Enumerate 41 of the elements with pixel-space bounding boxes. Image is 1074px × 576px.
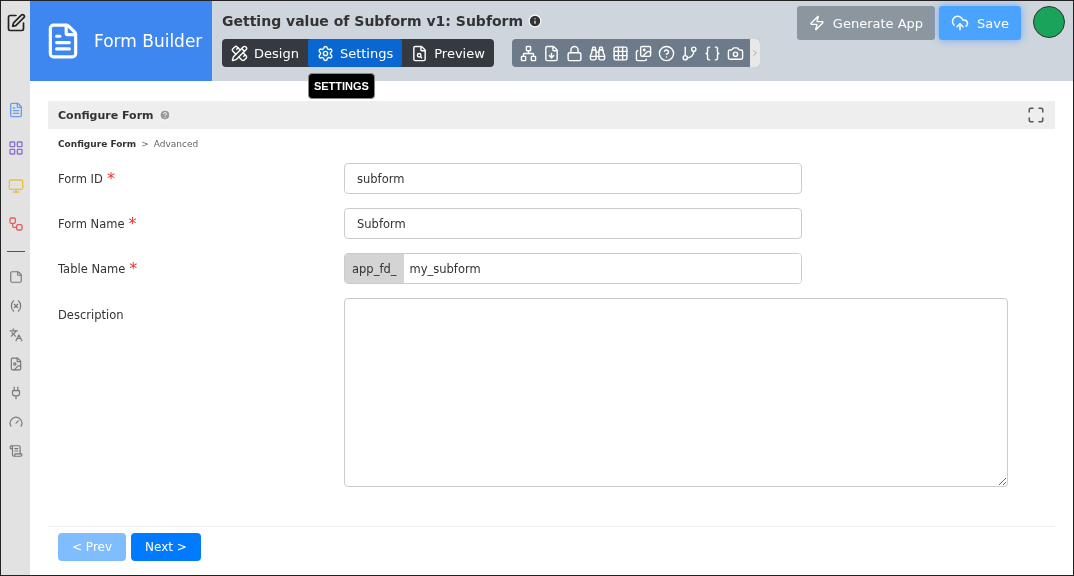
- field-label: Table Name: [58, 261, 126, 276]
- text-field[interactable]: subform: [344, 163, 802, 194]
- app-title: Form Builder: [94, 31, 203, 51]
- field-prefix: app_fd_: [345, 254, 404, 283]
- nav-button[interactable]: Next >: [131, 533, 201, 561]
- hierarchy-icon[interactable]: [519, 44, 537, 62]
- branch-icon[interactable]: [680, 44, 698, 62]
- braces-icon[interactable]: [703, 44, 721, 62]
- breadcrumb-item[interactable]: Configure Form: [58, 139, 137, 149]
- tab[interactable]: Design: [222, 39, 308, 67]
- description-field[interactable]: [344, 298, 1008, 487]
- help-icon[interactable]: [158, 109, 171, 121]
- field-label: Description: [58, 308, 124, 322]
- breadcrumb-separator: >: [141, 139, 149, 149]
- breadcrumb-item: Advanced: [153, 139, 199, 149]
- images-icon[interactable]: [634, 44, 652, 62]
- cloud-upload-icon: [951, 14, 970, 32]
- required-mark: *: [106, 169, 115, 188]
- required-mark: *: [129, 259, 138, 278]
- table-name-field[interactable]: app_fd_ my_subform: [344, 253, 802, 284]
- fullscreen-icon[interactable]: [1027, 106, 1045, 124]
- help-icon[interactable]: [657, 44, 675, 62]
- info-icon[interactable]: [528, 14, 543, 28]
- lock-icon[interactable]: [565, 44, 583, 62]
- grid-icon[interactable]: [611, 44, 629, 62]
- form-title: Getting value of Subform v1: Subform: [222, 13, 524, 29]
- binoculars-icon[interactable]: [588, 44, 606, 62]
- panel-title: Configure Form: [58, 108, 154, 122]
- camera-icon[interactable]: [726, 44, 744, 62]
- file-search-icon: [411, 44, 429, 62]
- tooltip: SETTINGS: [307, 73, 375, 99]
- download-icon[interactable]: [542, 44, 560, 62]
- field-label: Form Name: [58, 216, 125, 231]
- settings-icon: [316, 44, 334, 62]
- text-field[interactable]: Subform: [344, 208, 802, 239]
- pencil-ruler-icon: [231, 44, 248, 62]
- field-label: Form ID: [58, 171, 103, 186]
- tab[interactable]: Preview: [402, 39, 494, 67]
- user-avatar[interactable]: [1033, 6, 1065, 38]
- lightning-icon: [808, 15, 825, 31]
- required-mark: *: [128, 214, 137, 233]
